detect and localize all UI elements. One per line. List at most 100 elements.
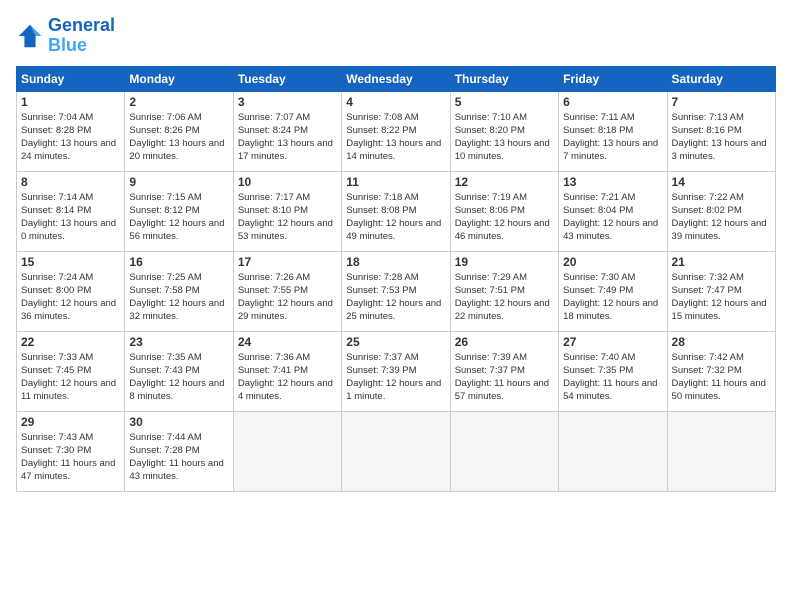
day-number: 26 [455, 335, 554, 349]
day-info: Sunrise: 7:11 AM Sunset: 8:18 PM Dayligh… [563, 111, 662, 164]
calendar-table: SundayMondayTuesdayWednesdayThursdayFrid… [16, 66, 776, 492]
daylight-label: Daylight: 13 hours and 20 minutes. [129, 138, 224, 162]
sunset-label: Sunset: 7:37 PM [455, 365, 525, 376]
day-info: Sunrise: 7:36 AM Sunset: 7:41 PM Dayligh… [238, 351, 337, 404]
day-of-week-header: Wednesday [342, 66, 450, 91]
day-number: 24 [238, 335, 337, 349]
day-number: 5 [455, 95, 554, 109]
day-number: 25 [346, 335, 445, 349]
day-number: 12 [455, 175, 554, 189]
day-number: 19 [455, 255, 554, 269]
sunset-label: Sunset: 7:55 PM [238, 285, 308, 296]
calendar-cell: 22 Sunrise: 7:33 AM Sunset: 7:45 PM Dayl… [17, 331, 125, 411]
day-info: Sunrise: 7:10 AM Sunset: 8:20 PM Dayligh… [455, 111, 554, 164]
sunrise-label: Sunrise: 7:06 AM [129, 112, 201, 123]
calendar-week-row: 1 Sunrise: 7:04 AM Sunset: 8:28 PM Dayli… [17, 91, 776, 171]
daylight-label: Daylight: 13 hours and 10 minutes. [455, 138, 550, 162]
day-number: 16 [129, 255, 228, 269]
sunset-label: Sunset: 7:32 PM [672, 365, 742, 376]
sunrise-label: Sunrise: 7:04 AM [21, 112, 93, 123]
day-number: 1 [21, 95, 120, 109]
calendar-cell: 26 Sunrise: 7:39 AM Sunset: 7:37 PM Dayl… [450, 331, 558, 411]
calendar-cell: 18 Sunrise: 7:28 AM Sunset: 7:53 PM Dayl… [342, 251, 450, 331]
day-info: Sunrise: 7:35 AM Sunset: 7:43 PM Dayligh… [129, 351, 228, 404]
calendar-cell [233, 411, 341, 491]
day-number: 7 [672, 95, 771, 109]
sunset-label: Sunset: 7:58 PM [129, 285, 199, 296]
sunset-label: Sunset: 8:12 PM [129, 205, 199, 216]
day-info: Sunrise: 7:42 AM Sunset: 7:32 PM Dayligh… [672, 351, 771, 404]
sunset-label: Sunset: 8:16 PM [672, 125, 742, 136]
daylight-label: Daylight: 12 hours and 15 minutes. [672, 298, 767, 322]
sunrise-label: Sunrise: 7:08 AM [346, 112, 418, 123]
calendar-week-row: 29 Sunrise: 7:43 AM Sunset: 7:30 PM Dayl… [17, 411, 776, 491]
day-number: 10 [238, 175, 337, 189]
calendar-cell: 23 Sunrise: 7:35 AM Sunset: 7:43 PM Dayl… [125, 331, 233, 411]
day-of-week-header: Tuesday [233, 66, 341, 91]
day-info: Sunrise: 7:14 AM Sunset: 8:14 PM Dayligh… [21, 191, 120, 244]
daylight-label: Daylight: 13 hours and 7 minutes. [563, 138, 658, 162]
day-info: Sunrise: 7:28 AM Sunset: 7:53 PM Dayligh… [346, 271, 445, 324]
calendar-week-row: 22 Sunrise: 7:33 AM Sunset: 7:45 PM Dayl… [17, 331, 776, 411]
calendar-cell: 3 Sunrise: 7:07 AM Sunset: 8:24 PM Dayli… [233, 91, 341, 171]
calendar-cell: 6 Sunrise: 7:11 AM Sunset: 8:18 PM Dayli… [559, 91, 667, 171]
calendar-cell: 16 Sunrise: 7:25 AM Sunset: 7:58 PM Dayl… [125, 251, 233, 331]
daylight-label: Daylight: 11 hours and 47 minutes. [21, 458, 115, 482]
daylight-label: Daylight: 13 hours and 14 minutes. [346, 138, 441, 162]
sunrise-label: Sunrise: 7:21 AM [563, 192, 635, 203]
daylight-label: Daylight: 12 hours and 56 minutes. [129, 218, 224, 242]
day-number: 17 [238, 255, 337, 269]
sunset-label: Sunset: 7:39 PM [346, 365, 416, 376]
daylight-label: Daylight: 12 hours and 1 minute. [346, 378, 441, 402]
daylight-label: Daylight: 13 hours and 24 minutes. [21, 138, 116, 162]
day-info: Sunrise: 7:43 AM Sunset: 7:30 PM Dayligh… [21, 431, 120, 484]
day-info: Sunrise: 7:32 AM Sunset: 7:47 PM Dayligh… [672, 271, 771, 324]
sunrise-label: Sunrise: 7:07 AM [238, 112, 310, 123]
sunset-label: Sunset: 7:49 PM [563, 285, 633, 296]
calendar-cell: 29 Sunrise: 7:43 AM Sunset: 7:30 PM Dayl… [17, 411, 125, 491]
sunrise-label: Sunrise: 7:44 AM [129, 432, 201, 443]
sunrise-label: Sunrise: 7:30 AM [563, 272, 635, 283]
calendar-cell: 17 Sunrise: 7:26 AM Sunset: 7:55 PM Dayl… [233, 251, 341, 331]
day-info: Sunrise: 7:08 AM Sunset: 8:22 PM Dayligh… [346, 111, 445, 164]
day-number: 28 [672, 335, 771, 349]
sunset-label: Sunset: 7:45 PM [21, 365, 91, 376]
sunset-label: Sunset: 7:41 PM [238, 365, 308, 376]
sunset-label: Sunset: 8:08 PM [346, 205, 416, 216]
daylight-label: Daylight: 12 hours and 32 minutes. [129, 298, 224, 322]
calendar-cell: 20 Sunrise: 7:30 AM Sunset: 7:49 PM Dayl… [559, 251, 667, 331]
calendar-week-row: 15 Sunrise: 7:24 AM Sunset: 8:00 PM Dayl… [17, 251, 776, 331]
sunrise-label: Sunrise: 7:24 AM [21, 272, 93, 283]
sunset-label: Sunset: 7:43 PM [129, 365, 199, 376]
day-number: 13 [563, 175, 662, 189]
daylight-label: Daylight: 13 hours and 0 minutes. [21, 218, 116, 242]
sunset-label: Sunset: 8:26 PM [129, 125, 199, 136]
calendar-cell [342, 411, 450, 491]
sunset-label: Sunset: 7:51 PM [455, 285, 525, 296]
calendar-cell: 21 Sunrise: 7:32 AM Sunset: 7:47 PM Dayl… [667, 251, 775, 331]
day-info: Sunrise: 7:24 AM Sunset: 8:00 PM Dayligh… [21, 271, 120, 324]
sunrise-label: Sunrise: 7:43 AM [21, 432, 93, 443]
day-of-week-header: Friday [559, 66, 667, 91]
sunrise-label: Sunrise: 7:40 AM [563, 352, 635, 363]
sunrise-label: Sunrise: 7:26 AM [238, 272, 310, 283]
calendar-cell: 2 Sunrise: 7:06 AM Sunset: 8:26 PM Dayli… [125, 91, 233, 171]
day-info: Sunrise: 7:22 AM Sunset: 8:02 PM Dayligh… [672, 191, 771, 244]
day-number: 4 [346, 95, 445, 109]
day-number: 11 [346, 175, 445, 189]
sunset-label: Sunset: 8:28 PM [21, 125, 91, 136]
calendar-cell: 10 Sunrise: 7:17 AM Sunset: 8:10 PM Dayl… [233, 171, 341, 251]
day-number: 23 [129, 335, 228, 349]
sunrise-label: Sunrise: 7:42 AM [672, 352, 744, 363]
calendar-cell: 27 Sunrise: 7:40 AM Sunset: 7:35 PM Dayl… [559, 331, 667, 411]
calendar-cell [667, 411, 775, 491]
calendar-cell: 28 Sunrise: 7:42 AM Sunset: 7:32 PM Dayl… [667, 331, 775, 411]
day-info: Sunrise: 7:30 AM Sunset: 7:49 PM Dayligh… [563, 271, 662, 324]
calendar-cell: 5 Sunrise: 7:10 AM Sunset: 8:20 PM Dayli… [450, 91, 558, 171]
calendar-cell: 25 Sunrise: 7:37 AM Sunset: 7:39 PM Dayl… [342, 331, 450, 411]
daylight-label: Daylight: 11 hours and 57 minutes. [455, 378, 549, 402]
day-of-week-header: Sunday [17, 66, 125, 91]
day-info: Sunrise: 7:29 AM Sunset: 7:51 PM Dayligh… [455, 271, 554, 324]
sunset-label: Sunset: 7:53 PM [346, 285, 416, 296]
day-number: 21 [672, 255, 771, 269]
